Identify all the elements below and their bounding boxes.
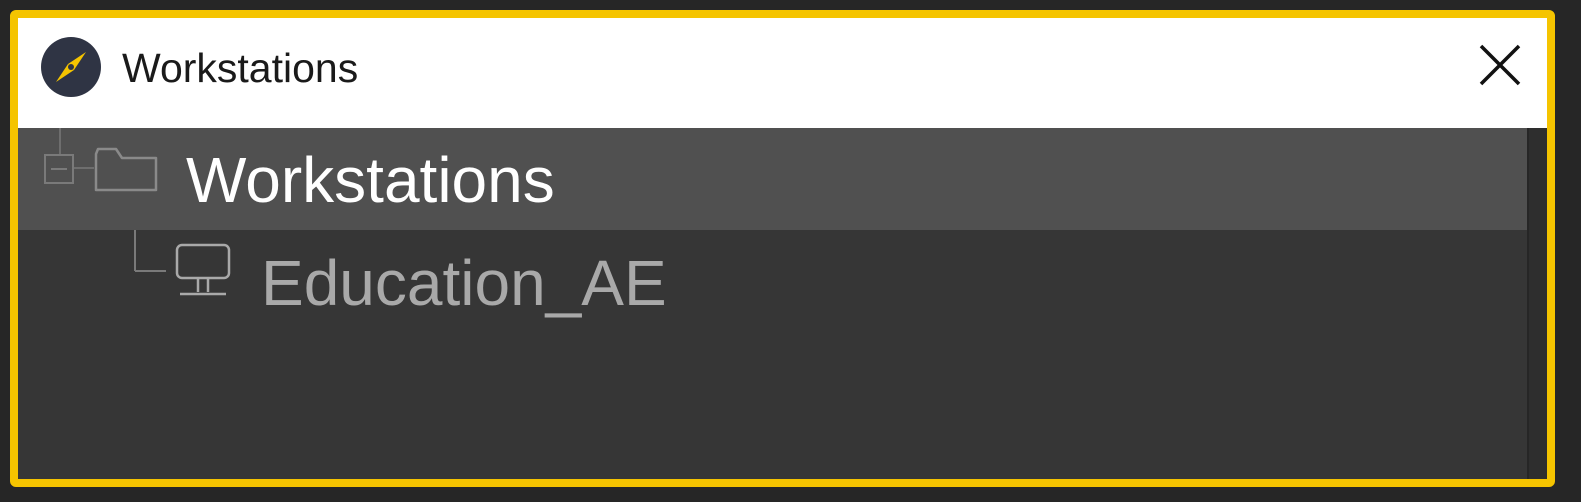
compass-icon xyxy=(40,36,102,98)
tree-lines xyxy=(134,230,166,272)
title-bar[interactable]: Workstations xyxy=(18,18,1547,128)
tree-item-label: Education_AE xyxy=(261,247,667,319)
tree-row-education-ae[interactable]: Education_AE xyxy=(18,128,1529,338)
window-title: Workstations xyxy=(122,45,359,91)
workstation-tree[interactable]: Workstations Education_AE xyxy=(18,128,1529,479)
workstations-window: Workstations Workstations Education_AE xyxy=(10,10,1555,487)
close-icon xyxy=(1479,44,1521,86)
vertical-scrollbar[interactable] xyxy=(1527,128,1547,479)
computer-monitor-icon xyxy=(174,242,234,302)
close-button[interactable] xyxy=(1475,40,1525,90)
screen-frame: Workstations Workstations Education_AE xyxy=(0,0,1581,502)
